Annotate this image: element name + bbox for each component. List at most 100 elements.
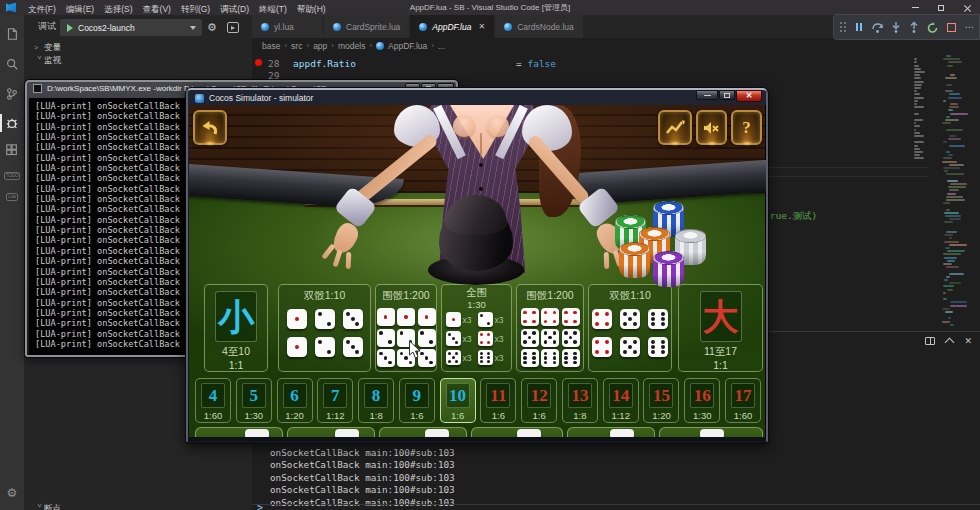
tab-close-icon[interactable]: ✕ bbox=[478, 22, 485, 31]
lua-ide-extension-icon[interactable]: Lua bbox=[4, 189, 20, 205]
bet-any-triple[interactable]: 全围1:30x3x3x3x3x3x3 bbox=[441, 284, 512, 372]
variables-section[interactable]: >变量 bbox=[24, 41, 252, 54]
window-close-button[interactable] bbox=[954, 0, 980, 15]
tab-AppDF.lua[interactable]: AppDF.lua✕ bbox=[410, 15, 495, 38]
bet-number-17[interactable]: 171:60 bbox=[725, 378, 761, 423]
menu-4[interactable]: 查看(V) bbox=[138, 4, 176, 14]
settings-gear-icon[interactable]: ⚙ bbox=[4, 485, 20, 501]
pause-button[interactable] bbox=[850, 17, 868, 37]
bet-triple-high[interactable]: 围骰1:200 bbox=[516, 284, 584, 372]
menu-5[interactable]: 转到(G) bbox=[176, 4, 215, 14]
breadcrumb-item[interactable]: AppDF.lua bbox=[388, 41, 427, 51]
search-icon[interactable] bbox=[4, 56, 20, 72]
bet-number-13[interactable]: 131:8 bbox=[562, 378, 598, 423]
bet-big[interactable]: 大11至171:1 bbox=[678, 284, 763, 372]
chip-stack-purple[interactable] bbox=[653, 251, 684, 293]
bet-small[interactable]: 小4至101:1 bbox=[204, 284, 268, 372]
bet-area-row3-3[interactable] bbox=[379, 427, 467, 437]
bet-area-row3-5[interactable] bbox=[567, 427, 655, 437]
bet-number-9[interactable]: 91:6 bbox=[399, 378, 435, 423]
bet-number-5[interactable]: 51:30 bbox=[236, 378, 272, 423]
vscode-logo-icon bbox=[6, 3, 16, 13]
stop-button[interactable] bbox=[942, 17, 960, 37]
step-into-button[interactable] bbox=[887, 17, 905, 37]
launch-config-dropdown[interactable]: Cocos2-launch bbox=[60, 19, 202, 36]
menu-6[interactable]: 调试(D) bbox=[215, 4, 254, 14]
restart-button[interactable] bbox=[924, 17, 942, 37]
bet-number-6[interactable]: 61:20 bbox=[277, 378, 313, 423]
bet-area-row3-1[interactable] bbox=[195, 427, 283, 437]
odds-label: 1:60 bbox=[726, 410, 760, 421]
toolbar-grip-icon[interactable] bbox=[840, 22, 846, 32]
source-control-icon[interactable] bbox=[4, 86, 20, 102]
bet-double-high[interactable]: 双骰1:10 bbox=[588, 284, 672, 372]
bet-number-7[interactable]: 71:12 bbox=[317, 378, 353, 423]
minimap-line bbox=[945, 77, 957, 79]
breadcrumb-item[interactable]: models bbox=[338, 41, 365, 51]
menu-8[interactable]: 帮助(H) bbox=[292, 4, 331, 14]
simulator-maximize-button[interactable] bbox=[719, 90, 735, 100]
back-button[interactable] bbox=[193, 110, 227, 145]
simulator-window[interactable]: Cocos Simulator - simulator ✕ bbox=[186, 88, 768, 443]
debug-console-prompt[interactable]: > bbox=[257, 502, 263, 510]
menu-2[interactable]: 编辑(E) bbox=[61, 4, 99, 14]
panel-layout-icon[interactable] bbox=[925, 337, 935, 345]
bet-triple-low[interactable]: 围骰1:200 bbox=[375, 284, 437, 372]
simulator-close-button[interactable]: ✕ bbox=[736, 90, 762, 102]
debug-icon[interactable] bbox=[4, 115, 20, 131]
help-button[interactable]: ? bbox=[731, 110, 762, 145]
step-over-button[interactable] bbox=[868, 17, 886, 37]
minimap-line bbox=[946, 199, 965, 201]
window-minimize-button[interactable] bbox=[902, 0, 928, 15]
breadcrumb[interactable]: base›src›app›models›AppDF.lua›... bbox=[252, 38, 980, 53]
editor-code-line-micro bbox=[914, 145, 918, 147]
minimap[interactable] bbox=[928, 55, 980, 331]
chip-stack-orange[interactable] bbox=[619, 242, 650, 284]
minimap-line bbox=[948, 186, 966, 188]
start-debug-icon[interactable] bbox=[67, 24, 73, 32]
panel-close-icon[interactable]: ✕ bbox=[964, 336, 972, 346]
minimap-line bbox=[944, 279, 948, 281]
bet-area-row3-6[interactable] bbox=[659, 427, 763, 437]
bet-number-14[interactable]: 141:12 bbox=[603, 378, 639, 423]
mute-button[interactable] bbox=[696, 110, 727, 145]
breadcrumb-item[interactable]: app bbox=[313, 41, 327, 51]
breakpoints-section[interactable]: >断点 bbox=[24, 502, 252, 510]
minimap-line bbox=[947, 289, 953, 291]
bet-number-8[interactable]: 81:8 bbox=[358, 378, 394, 423]
menu-1[interactable]: 文件(F) bbox=[23, 4, 61, 14]
step-out-button[interactable] bbox=[905, 17, 923, 37]
bet-number-10[interactable]: 101:6 bbox=[440, 378, 476, 423]
die-4 bbox=[592, 309, 612, 329]
toolbar-more-icon[interactable]: ⋯ bbox=[961, 17, 979, 37]
todo-extension-icon[interactable]: TODO bbox=[4, 168, 20, 184]
menu-3[interactable]: 选择(S) bbox=[99, 4, 137, 14]
breakpoint-dot[interactable] bbox=[255, 59, 262, 66]
bet-number-16[interactable]: 161:30 bbox=[684, 378, 720, 423]
tab-yl.lua[interactable]: yl.lua bbox=[252, 15, 324, 38]
watch-section[interactable]: >监视 bbox=[24, 54, 252, 67]
bet-number-11[interactable]: 111:6 bbox=[480, 378, 516, 423]
debug-configure-gear-icon[interactable]: ⚙ bbox=[207, 22, 217, 33]
die-3 bbox=[343, 337, 363, 357]
menu-7[interactable]: 终端(T) bbox=[254, 4, 292, 14]
panel-expand-icon[interactable] bbox=[945, 338, 955, 348]
bet-number-12[interactable]: 121:6 bbox=[521, 378, 557, 423]
bet-area-row3-2[interactable] bbox=[287, 427, 375, 437]
simulator-minimize-button[interactable] bbox=[696, 90, 718, 100]
extensions-icon[interactable] bbox=[4, 143, 20, 159]
breadcrumb-item[interactable]: ... bbox=[438, 41, 445, 51]
trend-button[interactable] bbox=[658, 110, 692, 145]
bet-number-4[interactable]: 41:60 bbox=[195, 378, 231, 423]
tab-CardSprite.lua[interactable]: CardSprite.lua bbox=[324, 15, 410, 38]
debug-console-toggle-icon[interactable] bbox=[227, 22, 239, 33]
bet-area-row3-4[interactable] bbox=[471, 427, 563, 437]
window-maximize-button[interactable] bbox=[928, 0, 954, 15]
tab-CardsNode.lua[interactable]: CardsNode.lua bbox=[495, 15, 584, 38]
bet-double-low[interactable]: 双骰1:10 bbox=[278, 284, 371, 372]
die-3 bbox=[377, 349, 395, 367]
bet-number-15[interactable]: 151:20 bbox=[643, 378, 679, 423]
breadcrumb-item[interactable]: src bbox=[291, 41, 302, 51]
explorer-icon[interactable] bbox=[4, 26, 20, 42]
breadcrumb-item[interactable]: base bbox=[262, 41, 280, 51]
